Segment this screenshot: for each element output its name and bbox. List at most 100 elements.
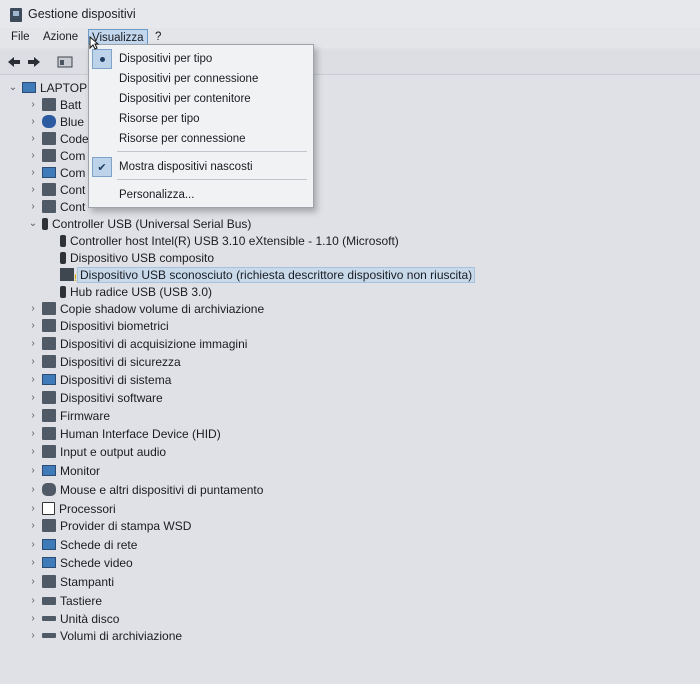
tree-item-category[interactable]: › Processori <box>28 500 115 517</box>
expand-arrow-icon[interactable]: › <box>28 613 38 625</box>
usb-child-unknown-device[interactable]: Dispositivo USB sconosciuto (richiesta d… <box>56 266 476 283</box>
network-adapter-icon <box>42 539 56 550</box>
storage-controller-icon <box>42 200 56 213</box>
tree-item-cont-1[interactable]: › Cont <box>28 181 85 198</box>
collapse-arrow-icon[interactable]: ⌄ <box>8 82 18 94</box>
tree-item-cont-2[interactable]: › Cont <box>28 198 85 215</box>
tree-item-category[interactable]: › Dispositivi di sicurezza <box>28 353 180 370</box>
properties-icon <box>57 56 73 68</box>
queue-icon <box>42 132 56 145</box>
tree-item-category[interactable]: › Schede video <box>28 554 132 571</box>
tree-item-category[interactable]: › Copie shadow volume di archiviazione <box>28 300 264 317</box>
camera-icon <box>42 337 56 350</box>
expand-arrow-icon[interactable]: › <box>28 338 38 350</box>
audio-controller-icon <box>42 183 56 196</box>
expand-arrow-icon[interactable]: › <box>28 410 38 422</box>
tree-item-category[interactable]: › Dispositivi biometrici <box>28 317 168 334</box>
expand-arrow-icon[interactable]: › <box>28 576 38 588</box>
menu-file[interactable]: File <box>8 31 33 43</box>
view-menu-item-devices-by-connection[interactable]: Dispositivi per connessione <box>89 69 313 89</box>
window-title: Gestione dispositivi <box>28 7 136 21</box>
usb-child-host-controller[interactable]: Controller host Intel(R) USB 3.10 eXtens… <box>56 232 399 249</box>
tree-item-category[interactable]: › Volumi di archiviazione <box>28 627 182 644</box>
view-menu-item-devices-by-type[interactable]: Dispositivi per tipo <box>89 49 313 69</box>
tree-item-category[interactable]: › Unità disco <box>28 610 119 627</box>
tree-item-category[interactable]: › Input e output audio <box>28 443 166 460</box>
collapse-arrow-icon[interactable]: ⌄ <box>28 218 38 230</box>
back-button[interactable] <box>6 54 22 70</box>
title-bar: Gestione dispositivi <box>0 0 700 28</box>
tree-item-category[interactable]: › Mouse e altri dispositivi di puntamento <box>28 481 263 498</box>
printer-icon <box>42 519 56 532</box>
view-menu-item-show-hidden[interactable]: ✔ Mostra dispositivi nascosti <box>89 157 313 177</box>
expand-arrow-icon[interactable]: › <box>28 539 38 551</box>
menu-help[interactable]: ? <box>152 31 164 43</box>
view-menu-item-resources-by-connection[interactable]: Risorse per connessione <box>89 129 313 149</box>
monitor-icon <box>42 465 56 476</box>
computer-icon <box>22 82 36 93</box>
tree-item-code[interactable]: › Code <box>28 130 88 147</box>
view-menu-item-resources-by-type[interactable]: Risorse per tipo <box>89 109 313 129</box>
forward-arrow-icon <box>28 57 40 67</box>
tree-item-category[interactable]: › Tastiere <box>28 592 102 609</box>
expand-arrow-icon[interactable]: › <box>28 150 38 162</box>
tree-item-category[interactable]: › Human Interface Device (HID) <box>28 425 220 442</box>
view-menu-item-customize[interactable]: Personalizza... <box>89 185 313 205</box>
tree-item-category[interactable]: › Stampanti <box>28 573 114 590</box>
expand-arrow-icon[interactable]: › <box>28 374 38 386</box>
expand-arrow-icon[interactable]: › <box>28 484 38 496</box>
tree-item-bluetooth[interactable]: › Blue <box>28 113 84 130</box>
tree-item-category[interactable]: › Firmware <box>28 407 110 424</box>
usb-icon <box>60 251 66 264</box>
menu-separator <box>117 179 307 180</box>
expand-arrow-icon[interactable]: › <box>28 320 38 332</box>
expand-arrow-icon[interactable]: › <box>28 446 38 458</box>
radio-selected-icon <box>92 49 112 69</box>
expand-arrow-icon[interactable]: › <box>28 201 38 213</box>
expand-arrow-icon[interactable]: › <box>28 303 38 315</box>
expand-arrow-icon[interactable]: › <box>28 356 38 368</box>
security-device-icon <box>42 355 56 368</box>
tree-root[interactable]: ⌄ LAPTOP <box>8 79 87 96</box>
expand-arrow-icon[interactable]: › <box>28 630 38 642</box>
checkmark-icon: ✔ <box>92 157 112 177</box>
view-menu-dropdown: Dispositivi per tipo Dispositivi per con… <box>88 44 314 208</box>
tree-item-batteries[interactable]: › Batt <box>28 96 81 113</box>
usb-child-composite[interactable]: Dispositivo USB composito <box>56 249 214 266</box>
usb-child-root-hub[interactable]: Hub radice USB (USB 3.0) <box>56 283 212 300</box>
forward-button[interactable] <box>26 54 42 70</box>
expand-arrow-icon[interactable]: › <box>28 392 38 404</box>
menu-azione[interactable]: Azione <box>40 31 81 43</box>
expand-arrow-icon[interactable]: › <box>28 557 38 569</box>
expand-arrow-icon[interactable]: › <box>28 184 38 196</box>
bluetooth-icon <box>42 115 56 128</box>
tree-item-com-1[interactable]: › Com <box>28 147 85 164</box>
tree-item-category[interactable]: › Monitor <box>28 462 100 479</box>
hid-icon <box>42 427 56 440</box>
biometric-icon <box>42 319 56 332</box>
tree-item-category[interactable]: › Schede di rete <box>28 536 137 553</box>
expand-arrow-icon[interactable]: › <box>28 116 38 128</box>
expand-arrow-icon[interactable]: › <box>28 99 38 111</box>
tree-item-category[interactable]: › Dispositivi di sistema <box>28 371 171 388</box>
expand-arrow-icon[interactable]: › <box>28 520 38 532</box>
expand-arrow-icon[interactable]: › <box>28 595 38 607</box>
expand-arrow-icon[interactable]: › <box>28 428 38 440</box>
expand-arrow-icon[interactable]: › <box>28 167 38 179</box>
tree-item-category[interactable]: › Provider di stampa WSD <box>28 517 191 534</box>
tree-item-com-2[interactable]: › Com <box>28 164 85 181</box>
expand-arrow-icon[interactable]: › <box>28 465 38 477</box>
expand-arrow-icon[interactable]: › <box>28 503 38 515</box>
device-manager-icon <box>10 8 22 22</box>
speaker-icon <box>42 445 56 458</box>
view-menu-item-devices-by-container[interactable]: Dispositivi per contenitore <box>89 89 313 109</box>
disk-drive-icon <box>42 616 56 621</box>
tree-item-category[interactable]: › Dispositivi software <box>28 389 162 406</box>
tree-item-usb-controller[interactable]: ⌄ Controller USB (Universal Serial Bus) <box>28 215 252 232</box>
storage-volume-icon <box>42 633 56 638</box>
expand-arrow-icon[interactable]: › <box>28 133 38 145</box>
printer-icon <box>42 575 56 588</box>
tree-item-category[interactable]: › Dispositivi di acquisizione immagini <box>28 335 247 352</box>
properties-button[interactable] <box>56 54 74 70</box>
back-arrow-icon <box>8 57 20 67</box>
